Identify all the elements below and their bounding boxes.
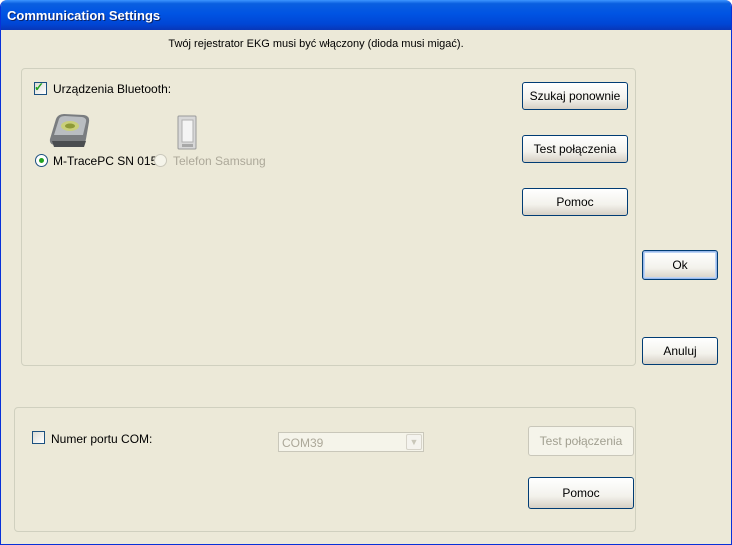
cancel-button[interactable]: Anuluj <box>642 337 718 365</box>
bluetooth-group: ✓ Urządzenia Bluetooth: M-TracePC SN 015… <box>21 68 636 366</box>
dialog-client-area: Twój rejestrator EKG musi być włączony (… <box>4 30 728 541</box>
device-radio-mtrace[interactable] <box>35 154 48 167</box>
com-port-checkbox-label: Numer portu COM: <box>51 432 153 446</box>
search-again-button[interactable]: Szukaj ponownie <box>522 82 628 110</box>
bluetooth-help-button[interactable]: Pomoc <box>522 188 628 216</box>
com-help-button[interactable]: Pomoc <box>528 477 634 509</box>
bluetooth-test-connection-button[interactable]: Test połączenia <box>522 135 628 163</box>
device-radio-samsung <box>154 154 167 167</box>
device-label-mtrace: M-TracePC SN 015 <box>53 154 158 168</box>
com-port-group: Numer portu COM: COM39 ▼ Test połączenia… <box>14 407 636 532</box>
ok-button[interactable]: Ok <box>642 250 718 280</box>
chevron-down-icon: ▼ <box>406 434 422 450</box>
bluetooth-checkbox-label: Urządzenia Bluetooth: <box>53 82 172 96</box>
window-title: Communication Settings <box>7 8 161 23</box>
checkmark-icon: ✓ <box>34 80 45 94</box>
info-text: Twój rejestrator EKG musi być włączony (… <box>168 38 464 50</box>
radio-selected-dot <box>39 158 44 163</box>
device-label-samsung: Telefon Samsung <box>173 154 266 168</box>
com-test-connection-button: Test połączenia <box>528 426 634 456</box>
phone-device-icon <box>173 113 201 153</box>
bluetooth-checkbox[interactable]: ✓ <box>34 80 47 95</box>
communication-settings-dialog: Communication Settings Twój rejestrator … <box>0 0 732 545</box>
title-bar[interactable]: Communication Settings <box>1 0 731 30</box>
com-port-select: COM39 ▼ <box>278 432 424 452</box>
ekg-recorder-device-icon[interactable] <box>46 111 92 151</box>
com-port-value: COM39 <box>282 436 324 450</box>
com-port-checkbox[interactable] <box>32 431 45 444</box>
